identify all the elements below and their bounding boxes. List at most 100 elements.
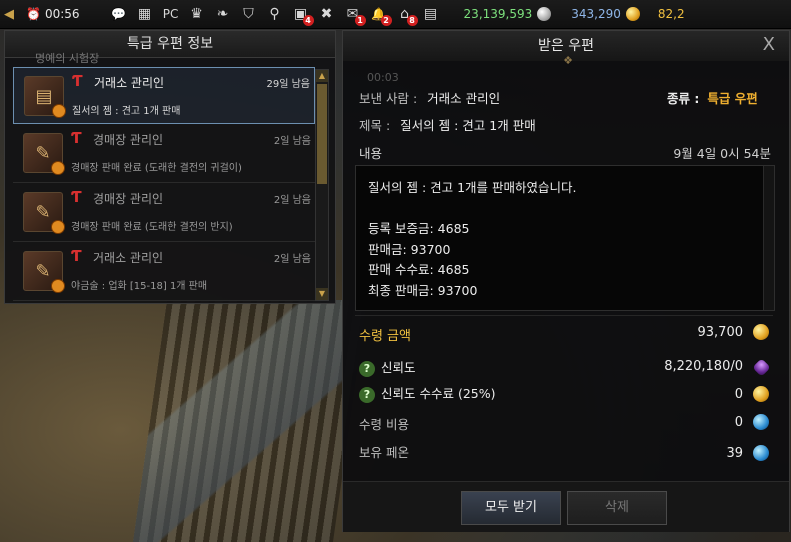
silver-amount: 23,139,593 — [464, 7, 552, 22]
notification-badge: 1 — [354, 15, 366, 26]
received-mail-panel: 받은 우편 ❖ X 00:03 보낸 사람 : 거래소 관리인 종류 : 특급 … — [342, 30, 790, 532]
crystal-amount: 82,2 — [657, 7, 685, 21]
mail-list-item[interactable]: ✎ Ƭ 거래소 관리인 2일 남음 야금술 : 업화 [15-18] 1개 판매 — [13, 243, 315, 301]
trust-row: ? 신뢰도 — [359, 357, 416, 377]
mail-subject: 경매장 판매 완료 (도래한 결전의 반지) — [71, 222, 233, 233]
content-line — [368, 199, 577, 220]
close-button[interactable]: X — [763, 34, 775, 55]
bell-icon[interactable]: 🔔 2 — [366, 4, 392, 26]
back-arrow-icon[interactable]: ◀ — [0, 7, 18, 22]
gold-coin-icon — [753, 386, 769, 402]
ornament-icon: ❖ — [563, 54, 573, 67]
gold-amount: 343,290 — [571, 7, 640, 22]
content-box: 질서의 젬 : 견고 1개를 판매하였습니다. 등록 보증금: 4685 판매금: … — [355, 165, 775, 311]
seal-icon — [52, 104, 66, 118]
chest-icon[interactable]: ▤ — [418, 4, 444, 24]
crown-icon[interactable]: ♛ — [184, 4, 210, 24]
mail-subject: 경매장 판매 완료 (도래한 결전의 귀걸이) — [71, 163, 242, 174]
receive-amount-label: 수령 금액 — [359, 329, 411, 344]
pc-icon[interactable]: PC — [158, 4, 184, 24]
pheon-label: 보유 페온 — [359, 445, 409, 460]
gold-value: 343,290 — [571, 6, 621, 21]
type-value: 특급 우편 — [707, 91, 758, 106]
mail-sender: 거래소 관리인 — [94, 76, 165, 90]
background-scene — [132, 300, 368, 542]
receive-amount-value: 93,700 — [697, 325, 744, 340]
pheon-icon — [753, 445, 769, 461]
delete-button[interactable]: 삭제 — [567, 491, 667, 525]
scroll-icon: ✎ — [23, 251, 65, 293]
subject-label: 제목 : — [359, 118, 391, 133]
sender-row: 보낸 사람 : 거래소 관리인 — [359, 88, 500, 107]
content-text: 질서의 젬 : 견고 1개를 판매하였습니다. 등록 보증금: 4685 판매금: … — [368, 178, 577, 301]
handshake-icon[interactable]: ✖ — [314, 4, 340, 24]
calendar-icon[interactable]: ▦ — [132, 4, 158, 24]
calendar-icon-glyph: ▦ — [137, 6, 152, 22]
ghost-timer: 00:03 — [367, 71, 399, 84]
mail-list-scrollbar[interactable]: ▲ ▼ — [315, 69, 329, 301]
scroll-icon: ✎ — [23, 192, 65, 234]
mail-icon[interactable]: ✉ 1 — [340, 4, 366, 26]
content-line: 등록 보증금: 4685 — [368, 221, 470, 236]
sender-label: 보낸 사람 : — [359, 91, 418, 106]
express-mark-icon: Ƭ — [71, 188, 82, 206]
handshake-icon-glyph: ✖ — [320, 6, 333, 22]
type-label: 종류 : — [667, 91, 700, 106]
silver-value: 23,139,593 — [463, 6, 533, 21]
mail-sender: 경매장 관리인 — [93, 133, 164, 147]
box-icon[interactable]: ▣ 4 — [288, 4, 314, 26]
pc-icon-glyph: PC — [162, 7, 179, 21]
chat-icon[interactable]: 💬 — [106, 4, 132, 24]
trust-value: 8,220,180/0 — [664, 359, 743, 374]
receive-all-button[interactable]: 모두 받기 — [461, 491, 561, 525]
trust-gem-icon — [752, 358, 771, 377]
help-icon[interactable]: ? — [359, 386, 375, 403]
mail-sender: 경매장 관리인 — [93, 192, 164, 206]
receive-cost-label: 수령 비용 — [359, 417, 409, 432]
mail-list-item[interactable]: ✎ Ƭ 경매장 관리인 2일 남음 경매장 판매 완료 (도래한 결전의 반지) — [13, 184, 315, 242]
trust-fee-value: 0 — [734, 387, 743, 402]
trust-fee-label: 신뢰도 수수료 (25%) — [381, 386, 496, 401]
express-mark-icon: Ƭ — [71, 129, 82, 147]
gold-coin-icon — [625, 7, 640, 22]
pheon-icon — [753, 414, 769, 430]
seal-icon — [51, 220, 65, 234]
seal-icon — [51, 161, 65, 175]
chest-icon: ▤ — [24, 76, 66, 118]
content-label: 내용 — [359, 146, 383, 161]
chest-icon-glyph: ▤ — [423, 6, 438, 22]
content-scrollbar[interactable] — [763, 166, 774, 310]
subject-row: 제목 : 질서의 젬 : 견고 1개 판매 — [359, 115, 536, 134]
scroll-icon: ✎ — [23, 133, 65, 175]
express-mark-icon: Ƭ — [72, 72, 83, 90]
mail-list-item[interactable]: ▤ Ƭ 거래소 관리인 29일 남음질서의 젬 : 견고 1개 판매 — [13, 67, 315, 124]
house-icon[interactable]: ⌂ 8 — [392, 4, 418, 26]
content-line: 최종 판매금: 93700 — [368, 282, 478, 298]
shield-icon-glyph: ⛉ — [243, 6, 254, 22]
gold-coin-icon — [753, 324, 769, 340]
trust-fee-row: ? 신뢰도 수수료 (25%) — [359, 383, 495, 403]
help-icon[interactable]: ? — [359, 360, 375, 377]
mail-subject: 야금술 : 업화 [15-18] 1개 판매 — [71, 281, 208, 292]
subject-value: 질서의 젬 : 견고 1개 판매 — [400, 118, 536, 133]
ghost-text: 명예의 시험장 — [35, 52, 100, 65]
toolbar-icons: 💬 ▦ PC ♛ ❧ ⛉ ⚲ ▣ 4 ✖ ✉ 1 🔔 2 ⌂ 8 ▤ — [106, 4, 444, 26]
feather-icon[interactable]: ❧ — [210, 4, 236, 24]
notification-badge: 4 — [302, 15, 314, 26]
content-line: 질서의 젬 : 견고 1개를 판매하였습니다. — [368, 180, 577, 195]
scroll-thumb[interactable] — [317, 84, 327, 184]
whistle-icon[interactable]: ⚲ — [262, 4, 288, 24]
feather-icon-glyph: ❧ — [216, 6, 229, 22]
scroll-up-icon[interactable]: ▲ — [316, 70, 328, 82]
mail-days-left: 29일 남음 — [266, 79, 310, 90]
divider — [355, 315, 773, 316]
shield-icon[interactable]: ⛉ — [236, 4, 262, 24]
silver-coin-icon — [537, 7, 552, 22]
crown-icon-glyph: ♛ — [190, 6, 203, 22]
whistle-icon-glyph: ⚲ — [269, 6, 280, 22]
scroll-down-icon[interactable]: ▼ — [316, 288, 328, 300]
pheon-value: 39 — [726, 446, 743, 461]
mail-subject: 질서의 젬 : 견고 1개 판매 — [72, 106, 181, 117]
express-mark-icon: Ƭ — [71, 247, 82, 265]
mail-list-item[interactable]: ✎ Ƭ 경매장 관리인 2일 남음 경매장 판매 완료 (도래한 결전의 귀걸이) — [13, 125, 315, 183]
